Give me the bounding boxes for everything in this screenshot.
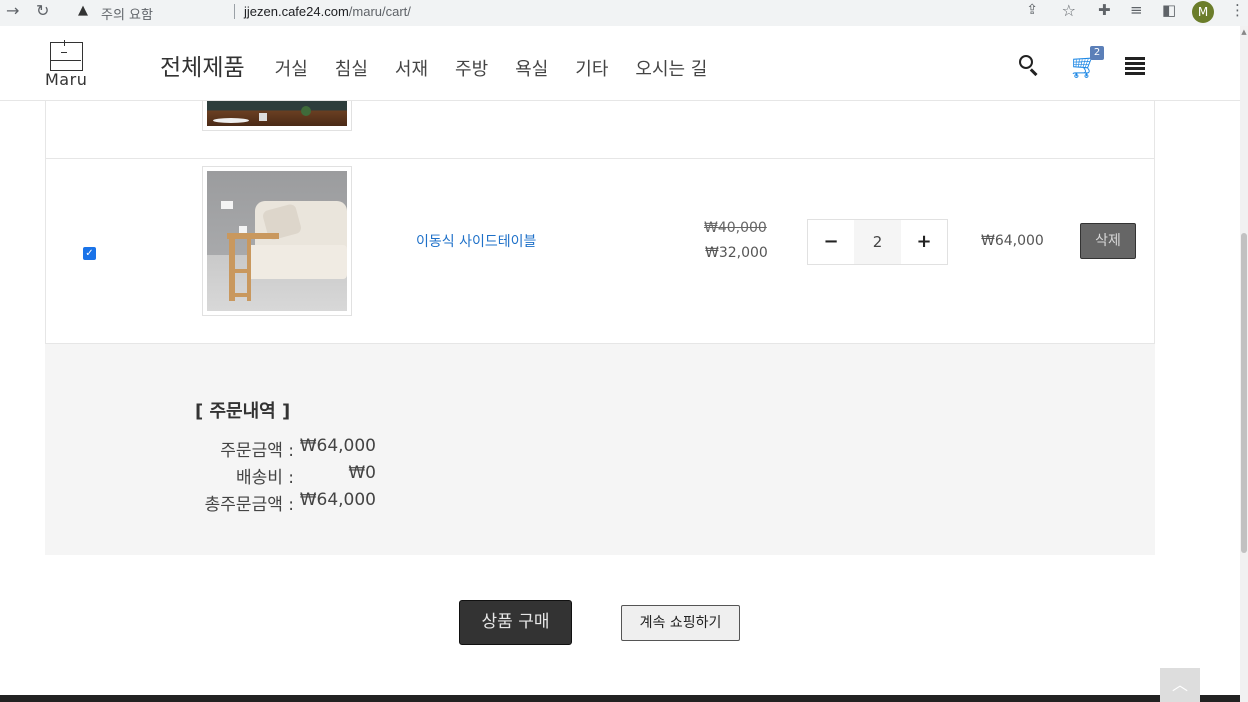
warning-icon[interactable]: ▲	[78, 3, 88, 18]
cart-table: ✓ 이동식 사이드테이블 ₩40,000 ₩32,000 − 2 + ₩64,0…	[45, 70, 1155, 344]
continue-shopping-button[interactable]: 계속 쇼핑하기	[621, 605, 740, 641]
media-control-icon[interactable]: ≡	[1130, 1, 1143, 19]
sale-price: ₩32,000	[705, 245, 768, 261]
nav-item-directions[interactable]: 오시는 길	[635, 55, 707, 81]
nav-item-bathroom[interactable]: 욕실	[515, 55, 548, 81]
original-price: ₩40,000	[704, 220, 767, 236]
cart-button[interactable]: 🛒︎ 2	[1069, 46, 1105, 82]
product-name-link[interactable]: 이동식 사이드테이블	[416, 231, 536, 251]
nav-all-products[interactable]: 전체제품	[160, 48, 245, 82]
order-amount-value: ₩64,000	[299, 436, 376, 456]
item-select-checkbox[interactable]: ✓	[83, 247, 96, 260]
shipping-value: ₩0	[348, 463, 376, 483]
main-nav: 전체제품 거실 침실 서재 주방 욕실 기타 오시는 길	[160, 48, 734, 82]
extensions-icon[interactable]: ✚	[1098, 1, 1111, 19]
security-label[interactable]: 주의 요함	[101, 4, 153, 23]
purchase-button[interactable]: 상품 구매	[459, 600, 572, 645]
shipping-label: 배송비 :	[235, 468, 294, 488]
back-to-top-button[interactable]: ︿	[1160, 668, 1200, 702]
quantity-stepper: − 2 +	[807, 219, 948, 265]
more-menu-icon[interactable]: ⋮	[1230, 1, 1245, 19]
reload-icon[interactable]: ↻	[36, 1, 49, 20]
product-image	[207, 171, 347, 311]
chevron-up-icon: ︿	[1171, 675, 1188, 694]
line-total: ₩64,000	[981, 233, 1044, 249]
quantity-decrease-button[interactable]: −	[808, 220, 854, 264]
nav-item-living-room[interactable]: 거실	[275, 55, 308, 81]
search-icon[interactable]	[1017, 53, 1041, 77]
logo-desk	[51, 60, 81, 68]
quantity-input[interactable]: 2	[854, 220, 901, 264]
product-thumbnail[interactable]	[202, 166, 352, 316]
total-value: ₩64,000	[299, 490, 376, 510]
bookmark-star-icon[interactable]: ☆	[1062, 1, 1076, 20]
order-amount-label: 주문금액 :	[220, 441, 294, 461]
side-panel-icon[interactable]: ◧	[1162, 1, 1176, 19]
total-label: 총주문금액 :	[204, 495, 294, 515]
hamburger-menu-icon[interactable]	[1125, 57, 1145, 75]
address-bar[interactable]: ▲ 주의 요함 jjezen.cafe24.com/maru/cart/ ⇪ ☆	[66, 0, 1084, 25]
url-text[interactable]: jjezen.cafe24.com/maru/cart/	[244, 4, 411, 19]
back-arrow-icon[interactable]: →	[6, 1, 19, 20]
share-icon[interactable]: ⇪	[1026, 2, 1038, 18]
delete-button[interactable]: 삭제	[1080, 223, 1136, 259]
summary-title: [ 주문내역 ]	[195, 401, 291, 422]
browser-toolbar: → ↻ ▲ 주의 요함 jjezen.cafe24.com/maru/cart/…	[0, 0, 1248, 26]
order-summary: [ 주문내역 ] 주문금액 : ₩64,000 배송비 : ₩0 총주문금액 :…	[45, 344, 1155, 555]
nav-item-kitchen[interactable]: 주방	[455, 55, 488, 81]
scrollbar-thumb[interactable]	[1241, 233, 1247, 553]
cart-count-badge: 2	[1090, 46, 1104, 60]
page-scrollbar[interactable]: ▲	[1240, 26, 1248, 702]
nav-item-study[interactable]: 서재	[395, 55, 428, 81]
site-header: Maru 전체제품 거실 침실 서재 주방 욕실 기타 오시는 길 🛒︎ 2	[0, 26, 1240, 101]
scroll-up-arrow-icon[interactable]: ▲	[1240, 28, 1248, 36]
logo-lamp	[61, 44, 67, 53]
nav-item-etc[interactable]: 기타	[575, 55, 608, 81]
site-logo[interactable]: Maru	[45, 40, 91, 90]
nav-item-bedroom[interactable]: 침실	[335, 55, 368, 81]
quantity-increase-button[interactable]: +	[901, 220, 947, 264]
footer	[0, 695, 1240, 702]
cart-row: ✓ 이동식 사이드테이블 ₩40,000 ₩32,000 − 2 + ₩64,0…	[46, 159, 1154, 344]
divider	[234, 4, 235, 19]
logo-text: Maru	[45, 70, 88, 89]
profile-avatar[interactable]: M	[1192, 1, 1214, 23]
